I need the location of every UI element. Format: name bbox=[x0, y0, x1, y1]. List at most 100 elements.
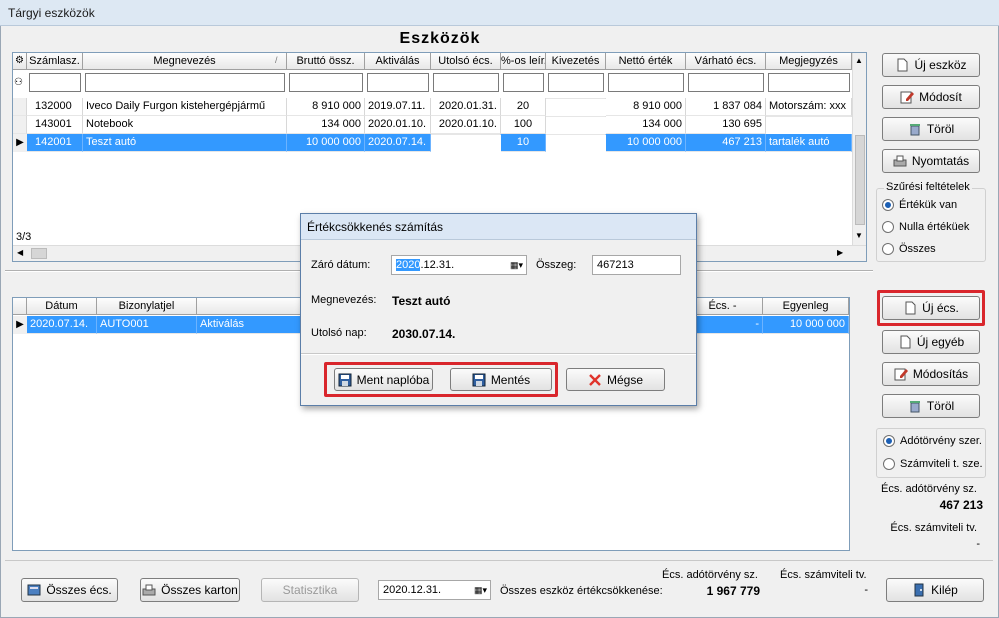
col-header-megjegyzes[interactable]: Megjegyzés bbox=[766, 53, 852, 70]
delete-asset-label: Töröl bbox=[926, 122, 955, 136]
cell-netto: 10 000 000 bbox=[606, 134, 686, 152]
filter-megnevezes-input[interactable] bbox=[85, 73, 285, 92]
closing-date-picker[interactable]: 2020.12.31. ▦▾ bbox=[391, 255, 527, 275]
col-header-brutto[interactable]: Bruttó össz. bbox=[287, 53, 365, 70]
scroll-down-icon[interactable]: ▼ bbox=[855, 231, 863, 240]
amount-label: Összeg: bbox=[536, 259, 577, 271]
new-document-icon bbox=[898, 335, 912, 349]
filter-szazalek-input[interactable] bbox=[503, 73, 544, 92]
all-ecs-label: Összes écs. bbox=[46, 583, 112, 597]
bottom-ado-value: 1 967 779 bbox=[706, 584, 760, 598]
filter-netto-input[interactable] bbox=[608, 73, 684, 92]
scroll-up-icon[interactable]: ▲ bbox=[855, 56, 863, 65]
last-day-value: 2030.07.14. bbox=[392, 327, 456, 341]
cell-brutto: 134 000 bbox=[287, 116, 365, 134]
edit-icon bbox=[900, 90, 915, 104]
col-header-varhato[interactable]: Várható écs. bbox=[686, 53, 766, 70]
col-header-bizonylatjel[interactable]: Bizonylatjel bbox=[97, 298, 197, 315]
col-header-szamlasz[interactable]: Számlasz. bbox=[27, 53, 83, 70]
filter-varhato-input[interactable] bbox=[688, 73, 764, 92]
scroll-thumb[interactable] bbox=[855, 135, 865, 225]
close-icon bbox=[588, 373, 602, 387]
print-button[interactable]: Nyomtatás bbox=[882, 149, 980, 173]
statistics-label: Statisztika bbox=[282, 583, 338, 597]
statistics-button[interactable]: Statisztika bbox=[261, 578, 359, 602]
col-header-netto[interactable]: Nettó érték bbox=[606, 53, 686, 70]
all-cards-button[interactable]: Összes karton bbox=[140, 578, 240, 602]
radio-icon[interactable] bbox=[882, 243, 894, 255]
col-header-megnevezes[interactable]: Megnevezés bbox=[83, 53, 287, 70]
calendar-dropdown-icon[interactable]: ▦▾ bbox=[474, 581, 487, 599]
cell-netto: 134 000 bbox=[606, 116, 686, 134]
new-asset-button[interactable]: Új eszköz bbox=[882, 53, 980, 77]
radio-icon[interactable] bbox=[882, 199, 894, 211]
filter-megjegyzes-input[interactable] bbox=[768, 73, 850, 92]
radio-icon[interactable] bbox=[883, 458, 895, 470]
cell-utolso bbox=[431, 134, 501, 135]
cell-aktivalas: 2019.07.11. bbox=[365, 98, 431, 116]
window-title: Tárgyi eszközök bbox=[8, 6, 95, 20]
bottom-szamv-value: - bbox=[864, 584, 868, 596]
delete-asset-button[interactable]: Töröl bbox=[882, 117, 980, 141]
cancel-button[interactable]: Mégse bbox=[566, 368, 665, 391]
window-titlebar: Tárgyi eszközök bbox=[0, 0, 999, 26]
grid-settings-icon[interactable]: ⚙ bbox=[13, 53, 27, 70]
col-header-egyenleg[interactable]: Egyenleg bbox=[763, 298, 849, 315]
filter-kivezetes-input[interactable] bbox=[548, 73, 604, 92]
hscroll-thumb[interactable] bbox=[31, 248, 47, 259]
filter-option-osszes[interactable]: Összes bbox=[882, 243, 936, 255]
filter-aktivalas-input[interactable] bbox=[367, 73, 429, 92]
new-other-button[interactable]: Új egyéb bbox=[882, 330, 980, 354]
filter-szamlasz-input[interactable] bbox=[29, 73, 81, 92]
delete-entry-button[interactable]: Töröl bbox=[882, 394, 980, 418]
cell-utolso: 2020.01.10. bbox=[431, 116, 501, 134]
table-row[interactable]: 143001 Notebook 134 000 2020.01.10. 2020… bbox=[13, 116, 852, 134]
new-ecs-button[interactable]: Új écs. bbox=[882, 296, 980, 320]
col-header-szazalek[interactable]: %-os leír. bbox=[501, 53, 546, 70]
filter-group-title: Szűrési feltételek bbox=[884, 181, 972, 193]
filter-utolso-input[interactable] bbox=[433, 73, 499, 92]
last-day-label: Utolsó nap: bbox=[311, 327, 367, 339]
calendar-dropdown-icon[interactable]: ▦▾ bbox=[510, 256, 523, 274]
law-option-szamviteli[interactable]: Számviteli t. sze. bbox=[883, 458, 983, 470]
all-ecs-button[interactable]: Összes écs. bbox=[21, 578, 118, 602]
law-option-adotorveny[interactable]: Adótörvény szer. bbox=[883, 435, 982, 447]
cell-kivezetes bbox=[546, 98, 606, 99]
col-header-aktivalas[interactable]: Aktiválás bbox=[365, 53, 431, 70]
cell-utolso: 2020.01.31. bbox=[431, 98, 501, 116]
radio-icon[interactable] bbox=[882, 221, 894, 233]
save-to-log-button[interactable]: Ment naplóba bbox=[334, 368, 433, 391]
scroll-left-icon[interactable]: ◀ bbox=[17, 248, 23, 257]
col-header-utolso-ecs[interactable]: Utolsó écs. bbox=[431, 53, 501, 70]
new-other-label: Új egyéb bbox=[916, 335, 965, 349]
modify-asset-button[interactable]: Módosít bbox=[882, 85, 980, 109]
cell-varhato: 467 213 bbox=[686, 134, 766, 152]
cell-megnevezes: Iveco Daily Furgon kistehergépjármű bbox=[83, 98, 287, 116]
table-row-selected[interactable]: ▶ 142001 Teszt autó 10 000 000 2020.07.1… bbox=[13, 134, 852, 152]
cell-varhato: 1 837 084 bbox=[686, 98, 766, 116]
filter-brutto-input[interactable] bbox=[289, 73, 363, 92]
save-button[interactable]: Mentés bbox=[450, 368, 552, 391]
assets-vertical-scrollbar[interactable]: ▲ ▼ bbox=[852, 53, 866, 245]
col-header-kivezetes[interactable]: Kivezetés bbox=[546, 53, 606, 70]
filter-option-nulla[interactable]: Nulla értéküek bbox=[882, 221, 969, 233]
filter-option-ertekuk-van[interactable]: Értékük van bbox=[882, 199, 957, 211]
table-row[interactable]: 132000 Iveco Daily Furgon kistehergépjár… bbox=[13, 98, 852, 116]
calculator-icon bbox=[27, 583, 41, 597]
col-header-datum[interactable]: Dátum bbox=[27, 298, 97, 315]
radio-icon[interactable] bbox=[883, 435, 895, 447]
printer-icon bbox=[893, 154, 907, 168]
modify-entry-label: Módosítás bbox=[912, 367, 969, 381]
ecs-ado-label: Écs. adótörvény sz. bbox=[881, 483, 977, 495]
modify-entry-button[interactable]: Módosítás bbox=[882, 362, 980, 386]
floppy-disk-icon bbox=[472, 373, 486, 387]
dialog-separator bbox=[301, 353, 696, 355]
save-to-log-label: Ment naplóba bbox=[356, 372, 430, 387]
modify-asset-label: Módosít bbox=[919, 90, 962, 104]
bottom-date-picker[interactable]: 2020.12.31. ▦▾ bbox=[378, 580, 491, 600]
exit-button[interactable]: Kilép bbox=[886, 578, 984, 602]
cell-szazalek: 10 bbox=[501, 134, 546, 152]
amount-input[interactable]: 467213 bbox=[592, 255, 681, 275]
scroll-right-icon[interactable]: ▶ bbox=[837, 248, 843, 257]
cell-brutto: 10 000 000 bbox=[287, 134, 365, 152]
